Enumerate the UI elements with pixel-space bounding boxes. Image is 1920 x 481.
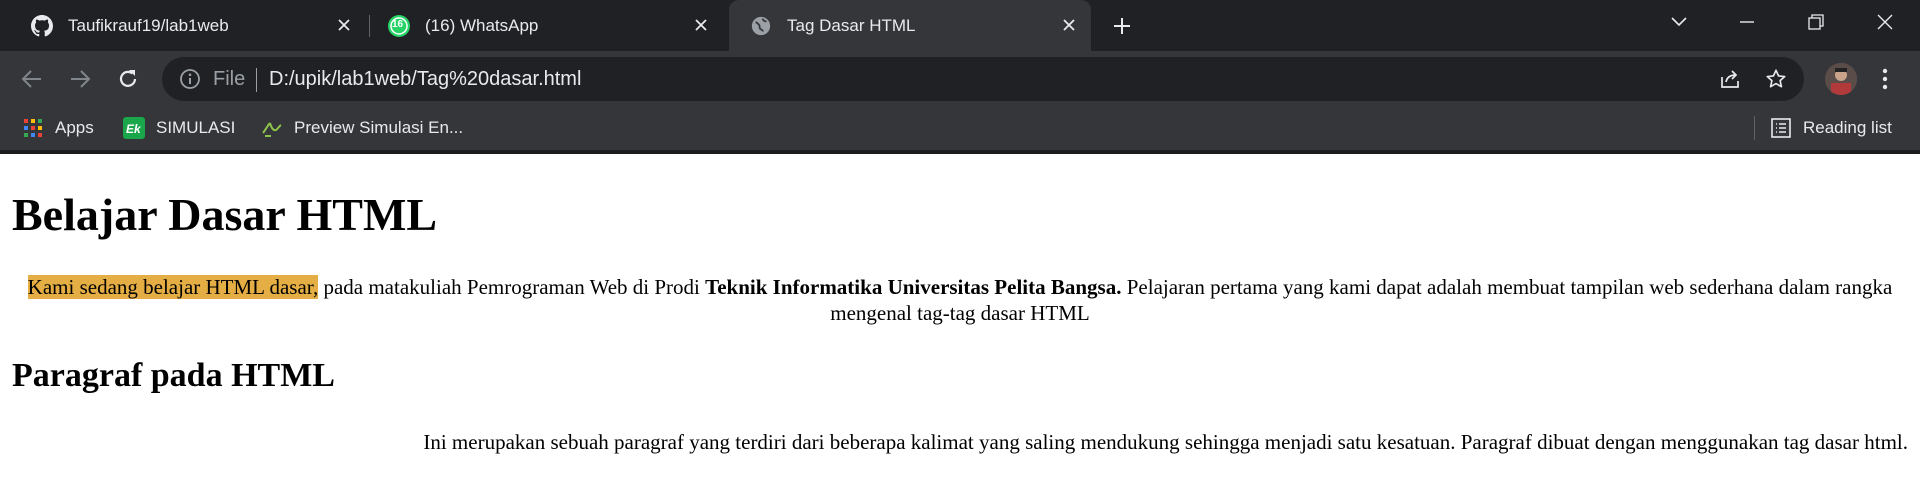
url-text[interactable]: D:/upik/lab1web/Tag%20dasar.html — [269, 68, 581, 91]
tab-search-button[interactable] — [1656, 0, 1702, 44]
intro-text: pada matakuliah Pemrograman Web di Prodi — [318, 275, 706, 299]
globe-icon — [749, 14, 773, 38]
github-icon — [30, 14, 54, 38]
svg-text:Ek: Ek — [126, 122, 142, 136]
forward-button[interactable] — [64, 63, 96, 95]
profile-avatar[interactable] — [1825, 63, 1857, 95]
reading-list-button[interactable]: Reading list — [1770, 106, 1892, 150]
reading-list-icon — [1770, 117, 1792, 139]
tab-title: (16) WhatsApp — [425, 15, 539, 35]
tab-github[interactable]: Taufikrauf19/lab1web — [0, 0, 366, 51]
more-menu-icon[interactable] — [1873, 63, 1897, 95]
address-divider — [256, 68, 257, 92]
restore-button[interactable] — [1793, 0, 1839, 44]
bold-text: Teknik Informatika Universitas Pelita Ba… — [705, 275, 1122, 299]
bookmark-label: Preview Simulasi En... — [294, 118, 464, 137]
toolbar: File D:/upik/lab1web/Tag%20dasar.html — [0, 51, 1920, 106]
tab-title: Taufikrauf19/lab1web — [68, 15, 229, 35]
tab-tag-dasar-html[interactable]: Tag Dasar HTML — [729, 0, 1091, 51]
bookmark-apps[interactable]: Apps — [22, 106, 94, 150]
section-heading: Paragraf pada HTML — [12, 357, 335, 394]
bookmark-label: SIMULASI — [156, 118, 236, 137]
highlighted-text: Kami sedang belajar HTML dasar, — [27, 275, 319, 299]
info-icon[interactable] — [178, 67, 202, 91]
minimize-button[interactable] — [1724, 0, 1770, 44]
reading-list-label: Reading list — [1803, 118, 1892, 137]
reload-button[interactable] — [112, 63, 144, 95]
close-window-button[interactable] — [1862, 0, 1908, 44]
right-aligned-paragraph: Ini merupakan sebuah paragraf yang terdi… — [423, 430, 1908, 454]
close-icon[interactable] — [1057, 13, 1081, 37]
ek-logo-icon: Ek — [123, 117, 145, 139]
tab-whatsapp[interactable]: 16 (16) WhatsApp — [357, 0, 723, 51]
intro-paragraph: Kami sedang belajar HTML dasar, pada mat… — [12, 274, 1908, 326]
bookmarks-divider — [1754, 116, 1755, 140]
browser-chrome: Taufikrauf19/lab1web 16 (16) WhatsApp Ta… — [0, 0, 1920, 154]
file-scheme-label: File — [213, 68, 246, 90]
bookmark-label: Apps — [55, 118, 94, 137]
close-icon[interactable] — [332, 13, 356, 37]
whatsapp-icon: 16 — [387, 14, 411, 38]
bookmark-preview-simulasi[interactable]: Preview Simulasi En... — [261, 106, 463, 150]
simulasi-preview-icon — [261, 117, 283, 139]
tab-strip: Taufikrauf19/lab1web 16 (16) WhatsApp Ta… — [0, 0, 1920, 51]
back-button[interactable] — [16, 63, 48, 95]
address-bar[interactable]: File D:/upik/lab1web/Tag%20dasar.html — [162, 57, 1804, 101]
bookmark-simulasi[interactable]: Ek SIMULASI — [123, 106, 235, 150]
apps-grid-icon — [22, 117, 44, 139]
notification-badge: 16 — [392, 18, 404, 30]
share-icon[interactable] — [1718, 67, 1742, 91]
bookmarks-bar: Apps Ek SIMULASI Preview Simulasi En... … — [0, 106, 1920, 154]
page-heading: Belajar Dasar HTML — [12, 189, 438, 240]
page-content: Belajar Dasar HTML Kami sedang belajar H… — [0, 154, 1920, 481]
tab-title: Tag Dasar HTML — [787, 15, 916, 35]
new-tab-button[interactable] — [1108, 12, 1136, 40]
bookmark-star-icon[interactable] — [1764, 67, 1788, 91]
close-icon[interactable] — [689, 13, 713, 37]
